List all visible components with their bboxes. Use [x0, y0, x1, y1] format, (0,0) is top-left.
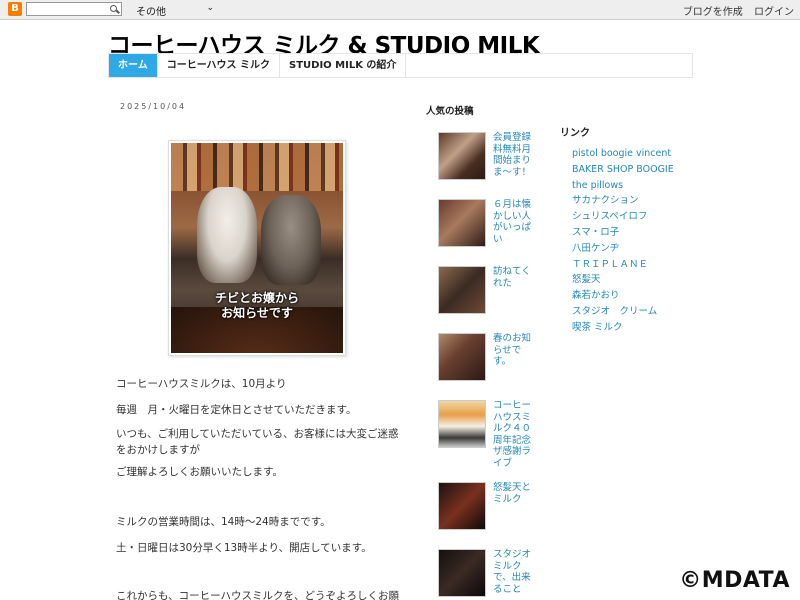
popular-post-link[interactable]: 怒髪天とミルク [493, 482, 535, 505]
link-item[interactable]: シュリスペイロフ [572, 209, 674, 225]
post-paragraph: コーヒーハウスミルクは、10月より [116, 378, 287, 390]
page-tabs: ホーム コーヒーハウス ミルク STUDIO MILK の紹介 [108, 53, 693, 78]
image-caption-line-1: チビとお嬢から [214, 291, 299, 305]
popular-post-item[interactable]: 怒髪天とミルク [438, 482, 538, 532]
tab-studio-milk[interactable]: STUDIO MILK の紹介 [280, 54, 407, 77]
create-blog-link[interactable]: ブログを作成 [683, 7, 743, 18]
post-paragraph: これからも、コーヒーハウスミルクを、どうぞよろしくお願 [116, 590, 399, 600]
popular-post-link[interactable]: 春のお知らせです。 [493, 333, 535, 368]
image-caption-line-2: お知らせです [221, 306, 293, 320]
link-item[interactable]: 怒髪天 [572, 272, 674, 288]
popular-post-thumbnail[interactable] [438, 266, 486, 314]
popular-post-item[interactable]: 訪ねてくれた [438, 266, 538, 316]
post-paragraph: 土・日曜日は30分早く13時半より、開店しています。 [116, 542, 372, 554]
popular-post-thumbnail[interactable] [438, 333, 486, 381]
popular-post-link[interactable]: コーヒーハウスミルク４０周年記念ザ感謝ライブ [493, 400, 535, 480]
cat-white-image [197, 187, 257, 283]
link-item[interactable]: the pillows [572, 178, 674, 194]
popular-post-thumbnail[interactable] [438, 199, 486, 247]
tab-home[interactable]: ホーム [109, 54, 158, 77]
popular-post-link[interactable]: 会員登録料無料月間始まりま〜す！ [493, 132, 535, 178]
image-caption: チビとお嬢から お知らせです [171, 291, 343, 321]
popular-post-link[interactable]: ６月は懐かしい人がいっぱい [493, 199, 535, 245]
post-image[interactable]: チビとお嬢から お知らせです [168, 140, 346, 356]
navbar-search-input[interactable] [26, 2, 122, 16]
link-item[interactable]: 森若かおり [572, 288, 674, 304]
blogger-logo-icon[interactable]: B [8, 2, 22, 16]
post-paragraph: 毎週 月・火曜日を定休日とさせていただきます。 [116, 404, 357, 416]
popular-post-thumbnail[interactable] [438, 132, 486, 180]
navbar-actions: ブログを作成 ログイン [675, 3, 794, 18]
popular-posts-title: 人気の投稿 [426, 106, 474, 117]
tab-coffee-house-milk[interactable]: コーヒーハウス ミルク [158, 54, 280, 77]
popular-post-item[interactable]: スタジオミルクで、出来ること [438, 549, 538, 599]
link-item[interactable]: ＴＲＩＰＬＡＮＥ [572, 257, 674, 273]
popular-post-thumbnail[interactable] [438, 400, 486, 448]
link-item[interactable]: BAKER SHOP BOOGIE [572, 162, 674, 178]
login-link[interactable]: ログイン [754, 7, 794, 18]
cat-tabby-image [261, 195, 321, 285]
popular-post-item[interactable]: 春のお知らせです。 [438, 333, 538, 383]
blogger-navbar: B その他 ⌄ ブログを作成 ログイン [0, 0, 800, 20]
links-title: リンク [560, 128, 590, 139]
link-item[interactable]: スマ・ロ子 [572, 225, 674, 241]
link-item[interactable]: サカナクション [572, 193, 674, 209]
post-paragraph: いつも、ご利用していただいている、お客様には大変ご迷惑をおかけしますが [116, 428, 399, 456]
post-paragraph: ミルクの営業時間は、14時〜24時までです。 [116, 516, 331, 528]
post-paragraph: ご理解よろしくお願いいたします。 [116, 466, 283, 478]
more-select-value: その他 [136, 7, 166, 18]
link-item[interactable]: スタジオ クリーム [572, 304, 674, 320]
search-icon[interactable] [109, 3, 119, 15]
link-item[interactable]: 喫茶 ミルク [572, 320, 674, 336]
chevron-down-icon: ⌄ [206, 3, 214, 13]
link-item[interactable]: 八田ケンヂ [572, 241, 674, 257]
popular-post-thumbnail[interactable] [438, 482, 486, 530]
popular-post-item[interactable]: コーヒーハウスミルク４０周年記念ザ感謝ライブ [438, 400, 538, 470]
popular-post-item[interactable]: ６月は懐かしい人がいっぱい [438, 199, 538, 249]
popular-post-link[interactable]: 訪ねてくれた [493, 266, 535, 289]
popular-post-thumbnail[interactable] [438, 549, 486, 597]
popular-post-link[interactable]: スタジオミルクで、出来ること [493, 549, 535, 595]
link-item[interactable]: pistol boogie vincent [572, 146, 674, 162]
popular-post-item[interactable]: 会員登録料無料月間始まりま〜す！ [438, 132, 538, 182]
more-select[interactable]: その他 ⌄ [136, 3, 216, 18]
watermark: ©MDATA [679, 568, 790, 593]
post-date: 2025/10/04 [120, 102, 187, 111]
links-list: pistol boogie vincent BAKER SHOP BOOGIE … [572, 146, 674, 336]
